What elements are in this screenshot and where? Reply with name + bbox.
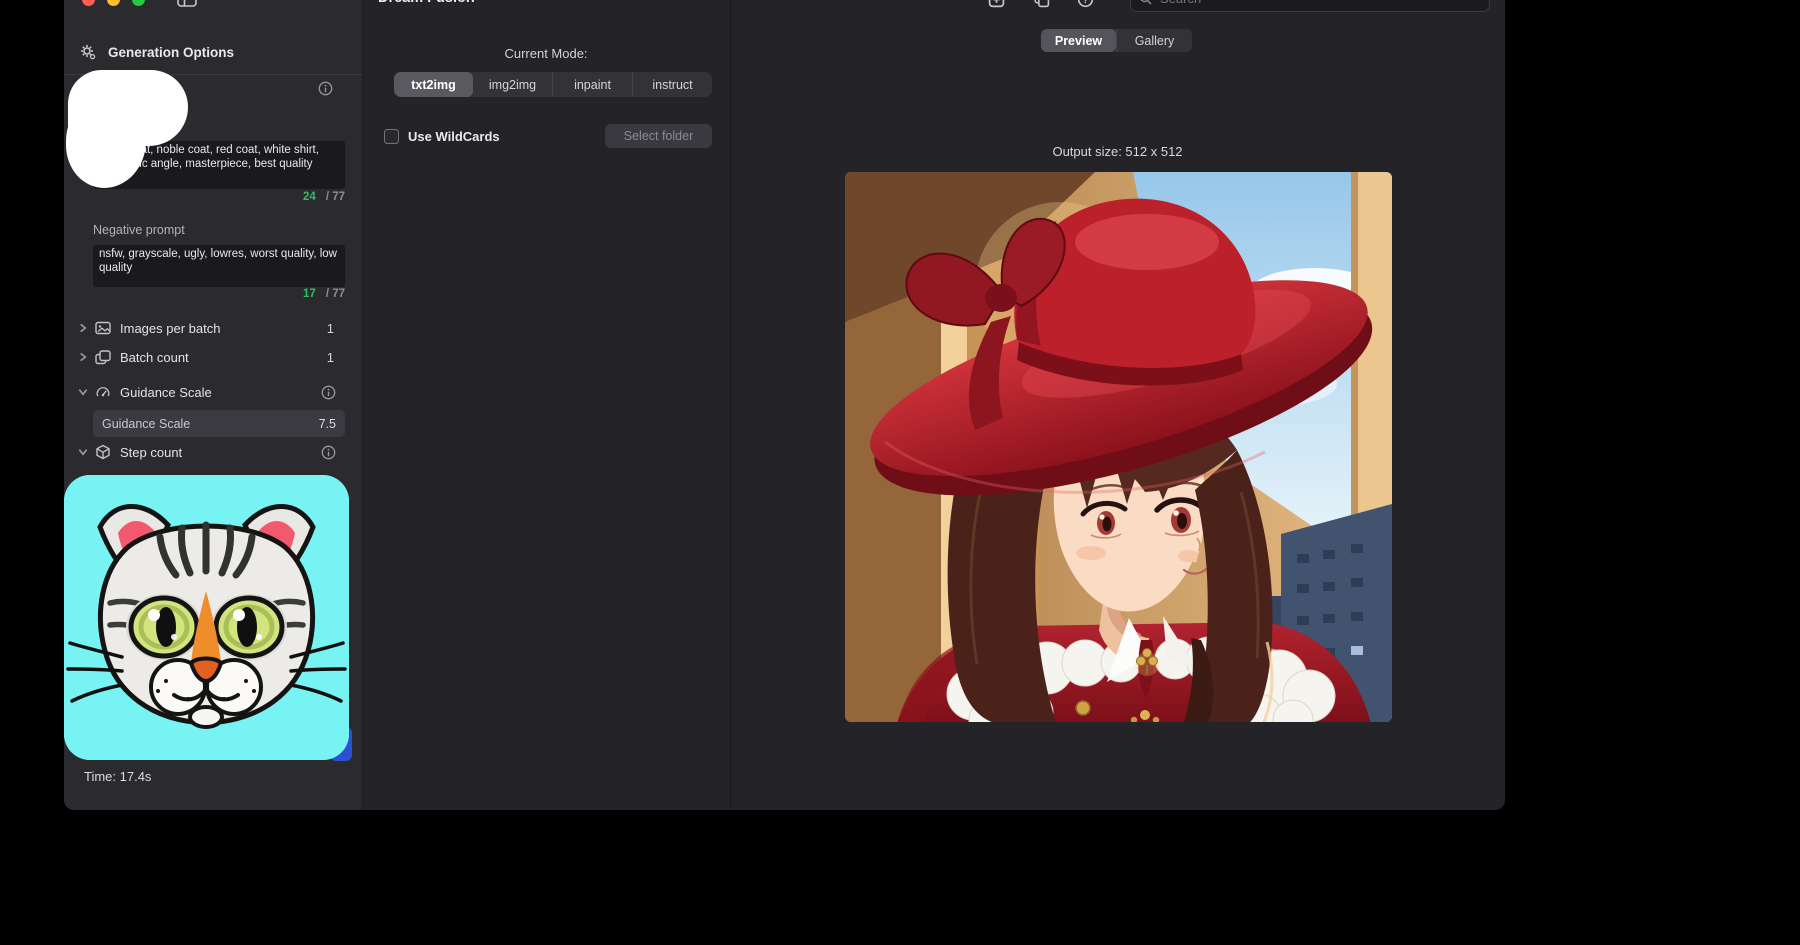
info-icon[interactable] bbox=[321, 385, 336, 400]
images-icon bbox=[95, 321, 112, 335]
generation-options-header: Generation Options bbox=[80, 44, 234, 60]
tab-preview[interactable]: Preview bbox=[1041, 29, 1116, 52]
help-button[interactable]: ? bbox=[1074, 0, 1096, 8]
cube-icon bbox=[95, 444, 112, 460]
redaction-blob bbox=[68, 70, 188, 146]
cat-overlay-image bbox=[64, 475, 349, 760]
prompt-token-max: / 77 bbox=[326, 191, 345, 203]
negative-token-max: / 77 bbox=[326, 288, 345, 300]
chevron-down-icon bbox=[78, 387, 90, 397]
tab-gallery[interactable]: Gallery bbox=[1116, 29, 1192, 52]
mode-txt2img[interactable]: txt2img bbox=[394, 72, 473, 97]
negative-token-counter: 17 / 77 bbox=[93, 288, 345, 300]
panel-divider bbox=[730, 0, 731, 810]
negative-prompt-label: Negative prompt bbox=[93, 223, 185, 237]
batch-icon bbox=[95, 350, 112, 365]
row-label: Guidance Scale bbox=[120, 385, 212, 400]
wildcards-label: Use WildCards bbox=[408, 128, 500, 145]
row-value: 1 bbox=[327, 350, 336, 365]
new-image-button[interactable] bbox=[985, 0, 1007, 8]
chevron-down-icon bbox=[78, 447, 90, 457]
guidance-scale-field[interactable]: Guidance Scale 7.5 bbox=[93, 410, 345, 437]
generation-time: Time: 17.4s bbox=[84, 769, 151, 784]
chevron-right-icon bbox=[78, 352, 90, 362]
current-mode-label: Current Mode: bbox=[362, 46, 730, 61]
search-icon bbox=[1139, 0, 1152, 5]
negative-token-count: 17 bbox=[303, 288, 316, 300]
guidance-field-label: Guidance Scale bbox=[102, 417, 190, 431]
prompt-token-counter: 24 / 77 bbox=[93, 191, 345, 203]
svg-text:?: ? bbox=[1082, 0, 1088, 5]
row-label: Images per batch bbox=[120, 321, 220, 336]
info-icon[interactable] bbox=[321, 445, 336, 460]
row-label: Batch count bbox=[120, 350, 189, 365]
negative-prompt-input[interactable]: nsfw, grayscale, ugly, lowres, worst qua… bbox=[93, 245, 345, 287]
preview-tabs: Preview Gallery bbox=[1041, 29, 1192, 52]
copy-button[interactable] bbox=[1030, 0, 1052, 8]
mode-img2img[interactable]: img2img bbox=[473, 72, 552, 97]
mode-instruct[interactable]: instruct bbox=[632, 72, 712, 97]
chevron-right-icon bbox=[78, 323, 90, 333]
settings-gear-icon bbox=[80, 44, 96, 60]
info-icon[interactable] bbox=[318, 81, 333, 96]
window-title: Dream Fusion bbox=[378, 0, 475, 8]
mode-segmented-control: txt2img img2img inpaint instruct bbox=[394, 72, 712, 97]
gauge-icon bbox=[95, 385, 112, 400]
row-step-count[interactable]: Step count bbox=[78, 439, 336, 465]
row-value: 1 bbox=[327, 321, 336, 336]
row-guidance-scale[interactable]: Guidance Scale bbox=[78, 379, 336, 405]
app-window: Dream Fusion ? Generation Options Prompt… bbox=[64, 0, 1505, 810]
generated-image bbox=[845, 172, 1392, 722]
search-field[interactable] bbox=[1130, 0, 1490, 12]
generation-options-label: Generation Options bbox=[108, 45, 234, 60]
mode-inpaint[interactable]: inpaint bbox=[552, 72, 632, 97]
select-folder-button[interactable]: Select folder bbox=[605, 124, 712, 148]
row-images-per-batch[interactable]: Images per batch 1 bbox=[78, 315, 336, 341]
row-batch-count[interactable]: Batch count 1 bbox=[78, 344, 336, 370]
wildcards-checkbox[interactable] bbox=[384, 129, 399, 144]
sidebar-toggle-icon[interactable] bbox=[176, 0, 198, 8]
search-input[interactable] bbox=[1158, 0, 1481, 7]
output-size-label: Output size: 512 x 512 bbox=[730, 144, 1505, 159]
prompt-token-count: 24 bbox=[303, 191, 316, 203]
guidance-field-value: 7.5 bbox=[319, 417, 336, 431]
row-label: Step count bbox=[120, 445, 182, 460]
